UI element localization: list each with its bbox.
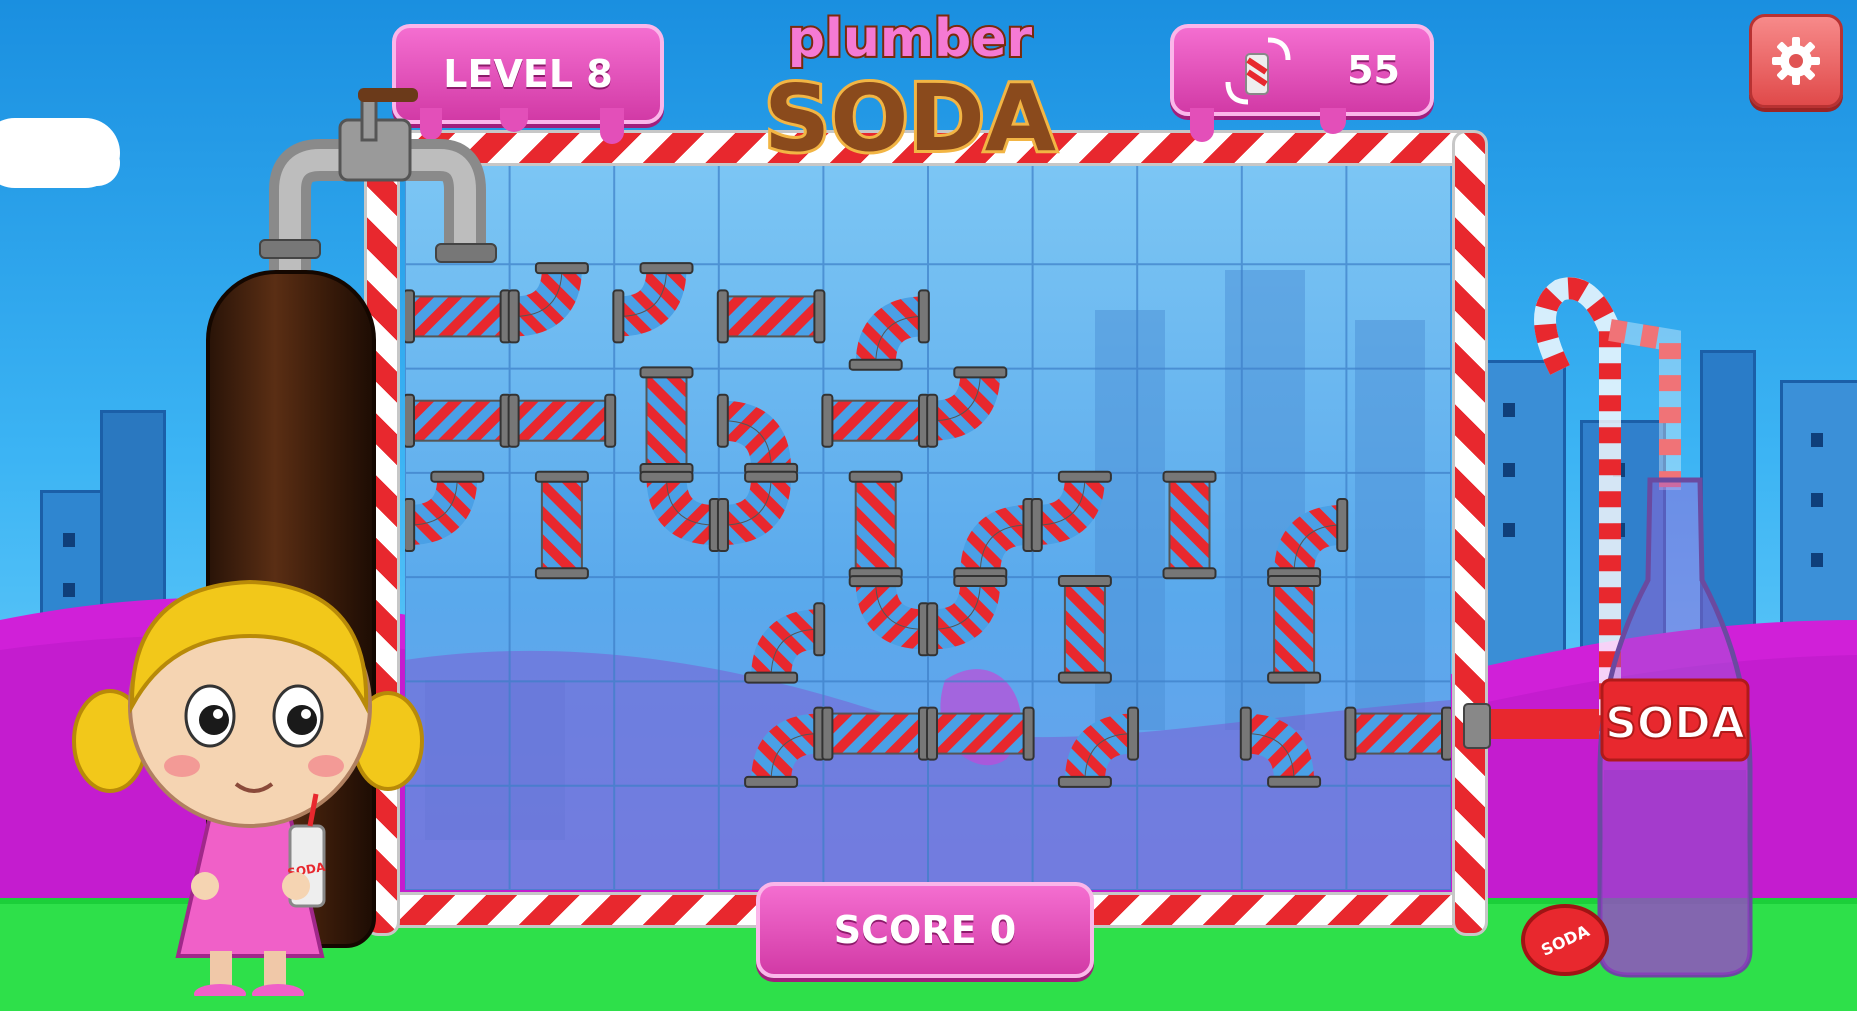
pipe-straight[interactable] — [821, 706, 931, 761]
pipe-straight[interactable] — [405, 289, 512, 344]
pipe-elbow[interactable] — [1057, 706, 1140, 788]
pipe-elbow[interactable] — [1030, 470, 1112, 552]
pipe-elbow[interactable] — [716, 393, 799, 475]
pipes-layer[interactable] — [405, 160, 1451, 890]
faucet-pipe — [259, 88, 497, 270]
game-board — [405, 160, 1451, 890]
pipe-elbow[interactable] — [848, 289, 930, 371]
girl-character: SODA — [72, 579, 424, 996]
pipe-straight[interactable] — [1267, 574, 1322, 684]
drip — [1190, 108, 1214, 142]
pipe-straight[interactable] — [639, 366, 694, 476]
pipe-elbow[interactable] — [744, 602, 826, 684]
pipe-elbow[interactable] — [926, 574, 1008, 657]
drip — [600, 108, 624, 144]
drip — [500, 108, 528, 132]
pipe-elbow[interactable] — [612, 262, 694, 344]
bottle-cap: SODA — [1521, 904, 1609, 976]
pipe-straight[interactable] — [925, 706, 1035, 761]
pipe-elbow[interactable] — [507, 262, 589, 344]
cloud — [40, 140, 120, 186]
pipe-elbow[interactable] — [639, 470, 721, 552]
pipe-elbow[interactable] — [744, 706, 826, 788]
soda-bottle: SODA — [1597, 477, 1753, 978]
pipe-elbow[interactable] — [1239, 706, 1322, 788]
pipe-elbow[interactable] — [953, 498, 1035, 580]
pipe-elbow[interactable] — [926, 366, 1008, 448]
pipe-straight[interactable] — [507, 393, 617, 448]
pipe-elbow[interactable] — [405, 470, 485, 552]
pipe-straight[interactable] — [405, 393, 512, 448]
svg-text:SODA: SODA — [1605, 698, 1745, 749]
moves-counter: 55 — [1170, 24, 1434, 116]
rotate-pipe-icon — [1225, 37, 1291, 105]
pipe-straight[interactable] — [716, 289, 826, 344]
score-label: SCORE 0 — [833, 908, 1017, 952]
pipe-straight[interactable] — [821, 393, 931, 448]
svg-text:plumber: plumber — [788, 9, 1033, 69]
game-stage: plumber SODA LEVEL 8 55 SCORE 0 SODA SOD… — [0, 0, 1857, 1011]
drip — [1320, 108, 1346, 134]
pipe-elbow[interactable] — [716, 470, 799, 552]
pipe-straight[interactable] — [1344, 706, 1451, 761]
pipe-straight[interactable] — [1162, 470, 1217, 580]
game-logo: plumber SODA — [761, 7, 1059, 164]
score-display: SCORE 0 — [756, 882, 1094, 978]
pipe-elbow[interactable] — [1267, 498, 1349, 580]
pipe-elbow[interactable] — [848, 575, 931, 657]
svg-text:SODA: SODA — [764, 65, 1056, 164]
moves-count: 55 — [1347, 48, 1400, 92]
gear-icon — [1772, 37, 1820, 85]
settings-button[interactable] — [1749, 14, 1843, 108]
pipe-straight[interactable] — [1057, 574, 1112, 684]
pipe-straight[interactable] — [534, 470, 589, 580]
pipe-straight[interactable] — [848, 470, 903, 580]
